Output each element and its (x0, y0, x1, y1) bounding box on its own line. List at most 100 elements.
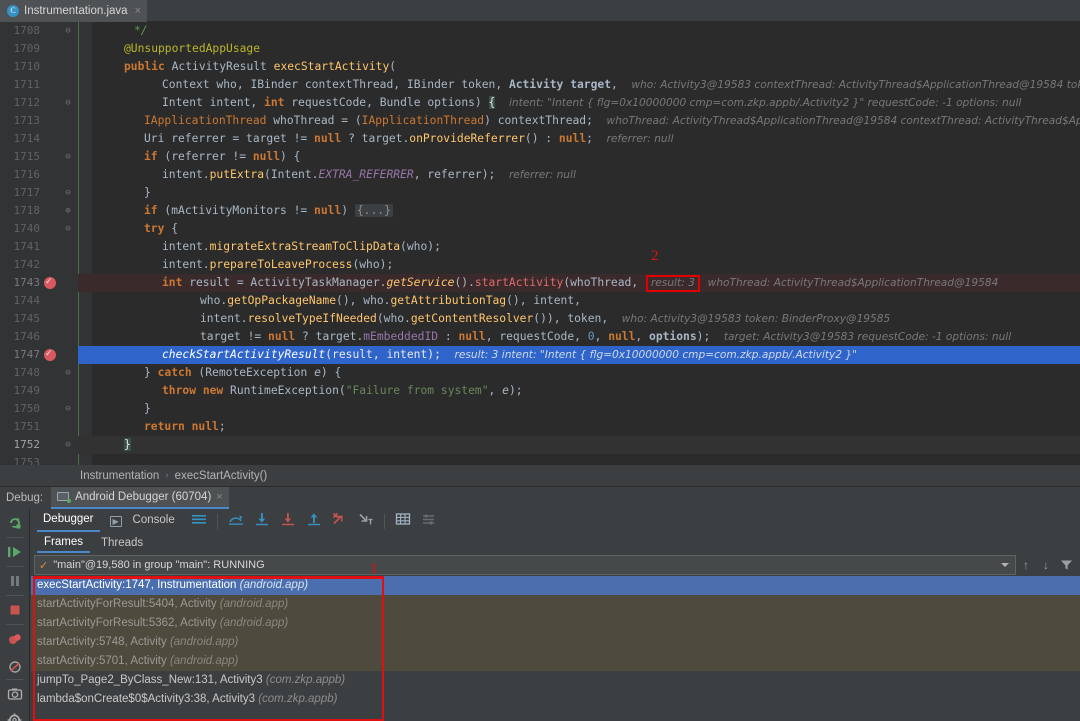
rerun-button[interactable] (0, 509, 30, 537)
step-over-icon[interactable] (254, 512, 270, 531)
move-up-button[interactable]: ↑ (1016, 555, 1036, 575)
fold-icon[interactable]: ⊖ (62, 364, 74, 382)
code-line-caret[interactable]: 1752 ⊖ } (0, 436, 1080, 454)
code-line[interactable]: 1717 ⊖ } (0, 184, 1080, 202)
line-text: if (mActivityMonitors != null) {...} (144, 204, 393, 217)
step-out-icon[interactable] (332, 512, 348, 531)
frame-list-item[interactable]: startActivityForResult:5404, Activity (a… (31, 595, 1080, 614)
debug-tool-window[interactable]: Debug: Android Debugger (60704) × Debugg… (0, 487, 1080, 721)
line-number: 1713 (13, 114, 41, 127)
line-text: public ActivityResult execStartActivity( (124, 60, 397, 73)
fold-icon[interactable]: ⊖ (62, 400, 74, 418)
inline-hint: intent: "Intent { flg=0x10000000 cmp=com… (508, 97, 1022, 109)
line-number: 1753 (13, 456, 41, 465)
line-number: 1709 (13, 42, 41, 55)
collapsed-block-icon[interactable]: {...} (354, 204, 393, 217)
code-line[interactable]: 1714 Uri referrer = target != null ? tar… (0, 130, 1080, 148)
frame-package: (com.zkp.appb) (265, 674, 346, 686)
thread-selector-row[interactable]: ✓ "main"@19,580 in group "main": RUNNING… (34, 555, 1076, 575)
show-current-frame-icon[interactable] (228, 512, 244, 531)
debugger-toolbar[interactable]: Debugger ▶ Console (31, 509, 1080, 533)
code-line[interactable]: 1750 ⊖ } (0, 400, 1080, 418)
tab-threads[interactable]: Threads (94, 535, 150, 552)
code-line[interactable]: 1744 who.getOpPackageName(), who.getAttr… (0, 292, 1080, 310)
frame-package: (android.app) (169, 655, 239, 667)
fold-icon[interactable]: ⊖ (62, 184, 74, 202)
breadcrumb-class[interactable]: Instrumentation (80, 470, 159, 482)
frame-list-item[interactable]: startActivity:5748, Activity (android.ap… (31, 633, 1080, 652)
show-execution-point-icon[interactable] (191, 512, 207, 531)
filter-icon[interactable] (1056, 555, 1076, 575)
fold-icon[interactable]: ⊖ (62, 436, 74, 454)
code-line-selected[interactable]: 1747 checkStartActivityResult(result, in… (0, 345, 1080, 364)
tab-console[interactable]: ▶ Console (109, 511, 181, 531)
code-line[interactable]: 1748 ⊖ } catch (RemoteException e) { (0, 364, 1080, 382)
stop-button[interactable] (0, 596, 30, 624)
layout-settings-icon[interactable] (421, 512, 437, 531)
move-down-button[interactable]: ↓ (1036, 555, 1056, 575)
code-line[interactable]: 1753 (0, 454, 1080, 465)
debug-side-toolbar[interactable] (0, 509, 30, 721)
frame-list-item[interactable]: startActivity:5701, Activity (android.ap… (31, 652, 1080, 671)
breakpoint-icon[interactable] (44, 273, 56, 291)
frames-list[interactable]: execStartActivity:1747, Instrumentation … (31, 576, 1080, 721)
breadcrumb[interactable]: Instrumentation › execStartActivity() (0, 465, 1080, 487)
fold-icon[interactable]: ⊖ (62, 148, 74, 166)
frame-list-item[interactable]: jumpTo_Page2_ByClass_New:131, Activity3 … (31, 671, 1080, 690)
evaluate-expression-icon[interactable] (395, 512, 411, 531)
fold-icon[interactable]: ⊖ (62, 220, 74, 238)
fold-icon[interactable]: ⊕ (62, 202, 74, 220)
debugger-subtabs[interactable]: Frames Threads (31, 533, 1080, 554)
line-number: 1711 (13, 78, 41, 91)
fold-icon[interactable]: ⊖ (62, 94, 74, 112)
close-icon[interactable]: × (216, 491, 222, 503)
frame-list-item[interactable]: lambda$onCreate$0$Activity3:38, Activity… (31, 690, 1080, 709)
code-line[interactable]: 1740 ⊖ try { (0, 220, 1080, 238)
drop-frame-icon[interactable] (358, 512, 374, 531)
frame-list-item[interactable]: startActivityForResult:5362, Activity (a… (31, 614, 1080, 633)
step-into-icon[interactable] (280, 512, 296, 531)
view-breakpoints-button[interactable] (0, 625, 30, 653)
frame-package: (android.app) (239, 579, 309, 591)
code-line-execution-point[interactable]: 1743 int result = ActivityTaskManager.ge… (0, 273, 1080, 292)
thread-status-icon: ✓ (39, 559, 49, 572)
force-step-into-icon[interactable] (306, 512, 322, 531)
code-line[interactable]: 1741 intent.migrateExtraStreamToClipData… (0, 238, 1080, 256)
tab-debugger[interactable]: Debugger (37, 510, 100, 532)
annotation-underline (33, 576, 384, 579)
chevron-down-icon[interactable] (1001, 563, 1009, 567)
code-line[interactable]: 1749 throw new RuntimeException("Failure… (0, 382, 1080, 400)
thread-selector[interactable]: ✓ "main"@19,580 in group "main": RUNNING (34, 555, 1016, 575)
code-line[interactable]: 1709 @UnsupportedAppUsage (0, 40, 1080, 58)
pause-program-button[interactable] (0, 567, 30, 595)
code-line[interactable]: 1715 ⊖ if (referrer != null) { (0, 148, 1080, 166)
code-line[interactable]: 1712 ⊖ Intent intent, int requestCode, B… (0, 94, 1080, 112)
inline-hint: whoThread: ActivityThread$ApplicationThr… (606, 115, 1080, 127)
breadcrumb-method[interactable]: execStartActivity() (175, 470, 268, 482)
code-editor[interactable]: 1708 ⊖ */ 1709 @UnsupportedAppUsage 1710… (0, 22, 1080, 465)
screenshot-button[interactable] (0, 680, 30, 708)
debug-session-tab[interactable]: Android Debugger (60704) × (51, 487, 229, 509)
code-line[interactable]: 1751 return null; (0, 418, 1080, 436)
code-lines[interactable]: 1708 ⊖ */ 1709 @UnsupportedAppUsage 1710… (0, 22, 1080, 465)
code-line[interactable]: 1710 public ActivityResult execStartActi… (0, 58, 1080, 76)
mute-breakpoints-button[interactable] (0, 653, 30, 681)
code-line[interactable]: 1718 ⊕ if (mActivityMonitors != null) {.… (0, 202, 1080, 220)
code-line[interactable]: 1745 intent.resolveTypeIfNeeded(who.getC… (0, 310, 1080, 328)
line-text: int result = ActivityTaskManager.getServ… (96, 274, 998, 292)
tab-frames[interactable]: Frames (37, 534, 90, 553)
code-line[interactable]: 1742 intent.prepareToLeaveProcess(who); (0, 256, 1080, 274)
close-icon[interactable]: × (135, 5, 141, 17)
code-line[interactable]: 1713 IApplicationThread whoThread = (IAp… (0, 112, 1080, 130)
code-line[interactable]: 1708 ⊖ */ (0, 22, 1080, 40)
editor-tab-instrumentation[interactable]: C Instrumentation.java × (0, 0, 147, 22)
settings-button[interactable] (0, 706, 30, 721)
resume-program-button[interactable] (0, 538, 30, 566)
code-line[interactable]: 1711 Context who, IBinder contextThread,… (0, 76, 1080, 94)
breakpoint-icon[interactable] (44, 345, 56, 363)
line-text: Uri referrer = target != null ? target.o… (144, 132, 674, 145)
code-line[interactable]: 1746 target != null ? target.mEmbeddedID… (0, 328, 1080, 346)
code-line[interactable]: 1716 intent.putExtra(Intent.EXTRA_REFERR… (0, 166, 1080, 184)
fold-icon[interactable]: ⊖ (62, 22, 74, 40)
line-number: 1717 (13, 186, 41, 199)
